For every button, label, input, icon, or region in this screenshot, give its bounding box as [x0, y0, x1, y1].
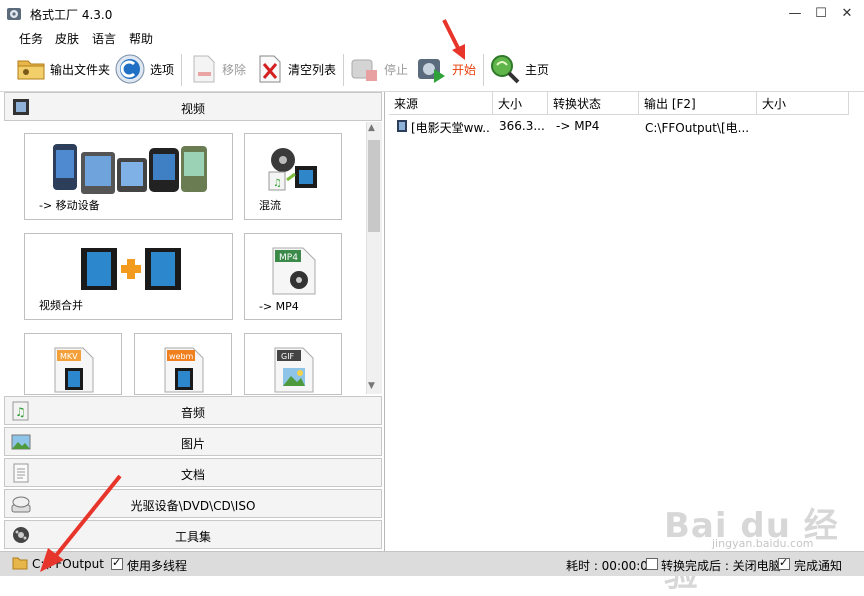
category-image-label: 图片 — [180, 437, 205, 451]
toolbar-separator — [343, 54, 344, 86]
category-audio[interactable]: ♫ 音频 — [4, 396, 382, 425]
shutdown-after-checkbox[interactable] — [646, 558, 658, 570]
home-button[interactable]: 主页 — [489, 52, 549, 86]
mux-icon: ♫ — [268, 148, 317, 191]
col-header-status[interactable]: 转换状态 — [548, 92, 639, 115]
elapsed-time: 耗时 : 00:00:00 — [566, 559, 656, 573]
tile-mobile-device[interactable]: -> 移动设备 — [24, 133, 233, 220]
gear-icon — [115, 54, 145, 84]
tile-video-join-label: 视频合并 — [39, 299, 83, 312]
output-folder-label: 输出文件夹 — [50, 62, 111, 77]
category-audio-label: 音频 — [180, 406, 205, 420]
row-output: C:\FFOutput\[电... — [645, 121, 750, 135]
after-done-label: 转换完成后 : 关闭电脑 — [661, 559, 781, 573]
col-header-output-size[interactable]: 大小 — [757, 92, 849, 115]
col-header-size[interactable]: 大小 — [493, 92, 548, 115]
tile-mp4[interactable]: MP4 -> MP4 — [244, 233, 342, 320]
stop-label: 停止 — [384, 62, 409, 77]
webm-file-icon: webm — [164, 347, 204, 393]
clear-list-button[interactable]: 清空列表 — [256, 52, 336, 86]
tile-mux[interactable]: ♫ 混流 — [244, 133, 342, 220]
remove-label: 移除 — [222, 62, 247, 77]
tile-mp4-label: -> MP4 — [259, 300, 299, 313]
window-title: 格式工厂 4.3.0 — [30, 8, 113, 22]
tile-mobile-device-label: -> 移动设备 — [39, 199, 100, 212]
remove-button[interactable]: 移除 — [190, 52, 246, 86]
mkv-file-icon: MKV — [54, 347, 94, 393]
scroll-up-icon[interactable]: ▲ — [368, 123, 375, 133]
title-bar — [0, 0, 864, 28]
tile-webm[interactable]: webm — [134, 333, 232, 395]
notify-label: 完成通知 — [794, 559, 843, 573]
multithread-label: 使用多线程 — [127, 559, 188, 573]
scroll-down-icon[interactable]: ▼ — [368, 381, 375, 391]
clear-list-icon — [259, 55, 281, 83]
start-label: 开始 — [452, 62, 477, 77]
output-folder-button[interactable]: 输出文件夹 — [16, 52, 110, 86]
stop-icon — [351, 59, 377, 81]
mobile-devices-icon — [53, 144, 207, 194]
toolbar-separator — [181, 54, 182, 86]
tile-video-join[interactable]: 视频合并 — [24, 233, 233, 320]
annotation-arrow-icon — [442, 19, 465, 60]
menu-language[interactable]: 语言 — [92, 30, 116, 47]
svg-text:♫: ♫ — [273, 178, 282, 189]
menu-help[interactable]: 帮助 — [129, 30, 153, 47]
notify-checkbox[interactable] — [778, 556, 790, 570]
mp4-badge: MP4 — [279, 253, 298, 263]
video-join-icon — [81, 248, 181, 290]
row-size: 366.3... — [499, 119, 545, 133]
tile-gif[interactable]: GIF — [244, 333, 342, 395]
toolbar-separator — [483, 54, 484, 86]
menu-task[interactable]: 任务 — [19, 30, 43, 47]
row-source: [电影天堂ww... — [411, 121, 491, 135]
close-button[interactable]: ✕ — [824, 0, 864, 28]
col-header-output[interactable]: 输出 [F2] — [639, 92, 757, 115]
category-video[interactable]: 视频 — [4, 92, 382, 121]
remove-doc-icon — [193, 55, 215, 83]
gif-badge: GIF — [281, 352, 295, 361]
video-file-icon — [397, 120, 407, 132]
home-label: 主页 — [525, 62, 550, 77]
mp4-file-icon: MP4 — [272, 247, 316, 295]
tiles-scrollbar-thumb[interactable] — [368, 140, 380, 232]
folder-icon — [17, 60, 45, 80]
mkv-badge: MKV — [60, 352, 78, 361]
gif-file-icon: GIF — [274, 347, 314, 393]
webm-badge: webm — [169, 352, 194, 361]
clear-list-label: 清空列表 — [288, 62, 337, 77]
stop-button[interactable]: 停止 — [350, 52, 408, 86]
tile-mkv[interactable]: MKV — [24, 333, 122, 395]
watermark-url: jingyan.baidu.com — [712, 537, 814, 550]
options-button[interactable]: 选项 — [114, 52, 174, 86]
tile-mux-label: 混流 — [259, 199, 281, 212]
options-label: 选项 — [150, 62, 175, 77]
app-logo-icon — [7, 8, 21, 20]
col-header-source[interactable]: 来源 — [389, 92, 493, 115]
task-list-panel — [388, 92, 864, 551]
home-search-icon — [491, 55, 520, 84]
category-video-label: 视频 — [180, 102, 205, 116]
annotation-arrow-icon — [40, 474, 122, 572]
category-image[interactable]: 图片 — [4, 427, 382, 456]
folder-icon[interactable] — [12, 556, 28, 570]
row-status: -> MP4 — [556, 119, 600, 133]
menu-skin[interactable]: 皮肤 — [55, 30, 79, 47]
